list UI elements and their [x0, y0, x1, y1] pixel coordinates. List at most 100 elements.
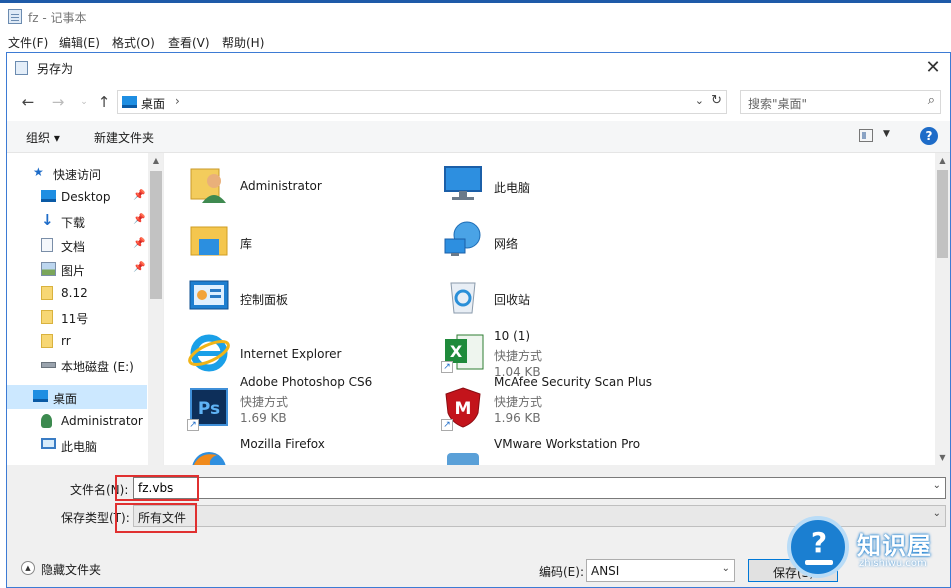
shortcut-arrow-icon: ↗ — [441, 361, 453, 373]
nav-quick-access[interactable]: ★ 快速访问 — [7, 161, 147, 185]
file-item-mcafee[interactable]: M ↗ McAfee Security Scan Plus 快捷方式 1.96 … — [419, 375, 669, 433]
file-item-photoshop[interactable]: Ps ↗ Adobe Photoshop CS6 快捷方式 1.69 KB — [165, 375, 415, 433]
scroll-thumb[interactable] — [150, 171, 162, 299]
view-dropdown-icon[interactable]: ▼ — [883, 129, 890, 139]
nav-item-pictures[interactable]: 图片 📌 — [7, 257, 147, 281]
monitor-stand-icon — [805, 560, 833, 565]
filename-field[interactable]: ⌄ — [133, 477, 946, 499]
nav-item-local-disk-e[interactable]: 本地磁盘 (E:) — [7, 353, 147, 377]
pin-icon[interactable]: 📌 — [133, 238, 145, 249]
desktop-icon — [122, 96, 137, 108]
watermark-brand: 知识屋 — [857, 532, 932, 560]
menu-file[interactable]: 文件(F) — [8, 34, 48, 51]
file-item-library[interactable]: 库 — [165, 209, 415, 265]
up-arrow-icon[interactable]: ↑ — [93, 91, 115, 113]
file-list-scrollbar[interactable]: ▲ ▼ — [935, 153, 950, 465]
document-icon — [41, 238, 53, 252]
new-folder-button[interactable]: 新建文件夹 — [94, 129, 154, 146]
nav-item-folder-11[interactable]: 11号 — [7, 305, 147, 329]
file-item-internet-explorer[interactable]: Internet Explorer — [165, 321, 415, 377]
filename-dropdown-icon[interactable]: ⌄ — [933, 480, 941, 491]
notepad-icon — [8, 9, 22, 24]
folder-icon — [41, 334, 53, 348]
computer-icon — [41, 438, 56, 449]
library-icon — [190, 226, 228, 256]
question-mark-icon: ? — [810, 526, 828, 559]
back-arrow-icon[interactable]: ← — [17, 91, 39, 113]
user-icon — [41, 414, 52, 428]
search-box[interactable]: 搜索"桌面" ⌕ — [740, 90, 941, 114]
scroll-up-icon[interactable]: ▲ — [148, 153, 163, 169]
ie-icon — [188, 334, 230, 372]
navigation-pane[interactable]: ★ 快速访问 Desktop 📌 ↓ 下载 📌 文档 📌 图片 📌 8.12 1… — [7, 153, 164, 465]
menu-format[interactable]: 格式(O) — [112, 34, 155, 51]
scroll-down-icon[interactable]: ▼ — [935, 450, 950, 465]
file-item-vmware[interactable]: VMware Workstation Pro — [419, 437, 669, 465]
nav-item-this-pc[interactable]: 此电脑 — [7, 433, 147, 457]
search-icon[interactable]: ⌕ — [928, 93, 935, 108]
nav-item-administrator[interactable]: Administrator — [7, 409, 147, 433]
breadcrumb-desktop[interactable]: 桌面 — [141, 95, 165, 112]
nav-item-folder-rr[interactable]: rr — [7, 329, 147, 353]
file-item-firefox[interactable]: Mozilla Firefox — [165, 437, 415, 465]
highlight-box-filename — [115, 475, 199, 501]
chevron-up-icon[interactable]: ▲ — [21, 561, 35, 575]
encoding-dropdown-icon[interactable]: ⌄ — [722, 563, 730, 574]
file-item-control-panel[interactable]: 控制面板 — [165, 265, 415, 321]
nav-item-downloads[interactable]: ↓ 下载 📌 — [7, 209, 147, 233]
nav-item-folder-812[interactable]: 8.12 — [7, 281, 147, 305]
svg-text:Ps: Ps — [198, 399, 220, 419]
menu-edit[interactable]: 编辑(E) — [59, 34, 100, 51]
shortcut-arrow-icon: ↗ — [441, 419, 453, 431]
dialog-titlebar: 另存为 ✕ — [7, 53, 950, 83]
nav-item-desktop-root[interactable]: 桌面 — [7, 385, 147, 409]
drive-icon — [41, 362, 56, 368]
address-dropdown-icon[interactable]: ⌄ — [695, 94, 704, 107]
refresh-icon[interactable]: ↻ — [711, 93, 722, 108]
control-panel-icon — [189, 280, 229, 310]
command-toolbar: 组织 ▾ 新建文件夹 ▼ ? — [7, 121, 950, 153]
vmware-icon — [447, 453, 479, 465]
file-item-10-1[interactable]: X ↗ 10 (1) 快捷方式 1.04 KB — [419, 321, 669, 379]
computer-icon — [444, 166, 482, 200]
view-options-icon[interactable] — [859, 129, 873, 142]
file-item-administrator[interactable]: Administrator — [165, 153, 415, 209]
file-list[interactable]: Administrator 此电脑 库 网络 控制面板 回收站 Internet… — [165, 153, 935, 465]
shortcut-arrow-icon: ↗ — [187, 419, 199, 431]
nav-item-documents[interactable]: 文档 📌 — [7, 233, 147, 257]
forward-arrow-icon[interactable]: → — [47, 91, 69, 113]
recent-dropdown-icon[interactable]: ⌄ — [73, 91, 95, 113]
folder-icon — [41, 310, 53, 324]
notepad-titlebar: fz - 记事本 — [0, 3, 951, 30]
star-icon: ★ — [33, 165, 44, 179]
file-item-this-pc[interactable]: 此电脑 — [419, 153, 669, 209]
scroll-up-icon[interactable]: ▲ — [935, 153, 950, 168]
address-bar[interactable]: 桌面 › ⌄ ↻ — [117, 90, 727, 114]
organize-button[interactable]: 组织 ▾ — [26, 129, 60, 146]
encoding-select[interactable]: ANSI ⌄ — [586, 559, 735, 582]
watermark-url: zhishiwu.com — [859, 558, 927, 569]
search-placeholder[interactable]: 搜索"桌面" — [748, 95, 807, 112]
nav-item-desktop[interactable]: Desktop 📌 — [7, 185, 147, 209]
svg-text:M: M — [455, 399, 472, 419]
notepad-menubar: 文件(F) 编辑(E) 格式(O) 查看(V) 帮助(H) — [0, 30, 951, 52]
menu-help[interactable]: 帮助(H) — [222, 34, 264, 51]
breadcrumb-chevron-icon[interactable]: › — [175, 94, 180, 108]
save-as-dialog: 另存为 ✕ ← → ⌄ ↑ 桌面 › ⌄ ↻ 搜索"桌面" ⌕ 组织 ▾ 新建文… — [6, 52, 951, 588]
file-item-recycle-bin[interactable]: 回收站 — [419, 265, 669, 321]
close-icon[interactable]: ✕ — [920, 55, 946, 81]
pin-icon[interactable]: 📌 — [133, 262, 145, 273]
file-item-network[interactable]: 网络 — [419, 209, 669, 265]
recycle-bin-icon — [450, 282, 476, 314]
notepad-title: fz - 记事本 — [28, 11, 87, 25]
pin-icon[interactable]: 📌 — [133, 190, 145, 201]
menu-view[interactable]: 查看(V) — [168, 34, 210, 51]
hide-folders-label: 隐藏文件夹 — [41, 563, 102, 577]
dialog-icon — [15, 61, 28, 75]
scroll-thumb[interactable] — [937, 170, 948, 258]
help-icon[interactable]: ? — [920, 127, 938, 145]
nav-scrollbar[interactable]: ▲ — [148, 153, 163, 465]
user-folder-icon — [190, 168, 226, 203]
pin-icon[interactable]: 📌 — [133, 214, 145, 225]
filename-input[interactable] — [138, 480, 918, 496]
